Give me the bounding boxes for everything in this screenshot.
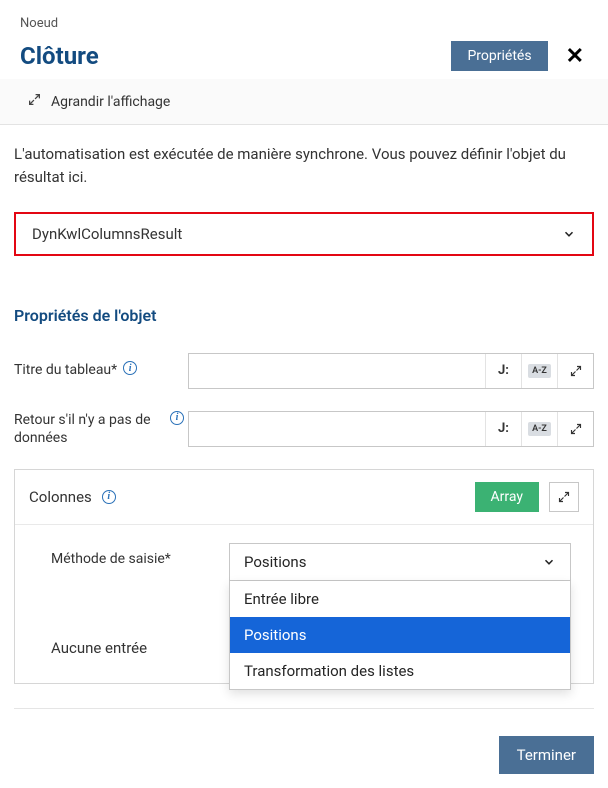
- input-method-dropdown: Entrée librePositionsTransformation des …: [229, 581, 571, 690]
- no-data-return-input[interactable]: [189, 412, 485, 446]
- chevron-down-icon: [542, 555, 556, 569]
- input-method-row: Méthode de saisie* Positions Entrée libr…: [15, 525, 593, 581]
- panel-header: Noeud Clôture Propriétés ✕: [0, 0, 608, 79]
- table-title-label: Titre du tableau*: [14, 361, 117, 379]
- chevron-down-icon: [562, 227, 576, 241]
- result-object-value: DynKwlColumnsResult: [32, 225, 182, 243]
- columns-title: Colonnes: [29, 488, 92, 506]
- footer: Terminer: [499, 736, 594, 774]
- info-icon[interactable]: i: [123, 361, 137, 375]
- expand-columns-button[interactable]: [549, 482, 579, 512]
- expand-field-button[interactable]: [557, 354, 593, 388]
- finish-button[interactable]: Terminer: [499, 736, 594, 774]
- input-method-label: Méthode de saisie*: [51, 543, 221, 567]
- title-actions: Propriétés ✕: [451, 41, 588, 71]
- expand-icon: [28, 93, 41, 110]
- expand-view-row[interactable]: Agrandir l'affichage: [0, 79, 608, 125]
- no-data-input-group: J: A-Z: [188, 411, 594, 447]
- properties-button[interactable]: Propriétés: [451, 41, 547, 71]
- dropdown-option[interactable]: Transformation des listes: [230, 653, 570, 689]
- description-text: L'automatisation est exécutée de manière…: [14, 143, 594, 190]
- input-method-select[interactable]: Positions: [229, 543, 571, 581]
- columns-panel: Colonnes i Array Méthode de saisie* Posi…: [14, 469, 594, 684]
- page-title: Clôture: [20, 42, 99, 70]
- no-data-return-label: Retour s'il n'y a pas de données: [14, 411, 164, 447]
- info-icon[interactable]: i: [170, 411, 184, 425]
- az-button[interactable]: A-Z: [521, 412, 557, 446]
- title-row: Clôture Propriétés ✕: [20, 41, 588, 71]
- result-object-select[interactable]: DynKwlColumnsResult: [14, 212, 594, 256]
- input-method-value: Positions: [244, 553, 306, 571]
- expand-field-button[interactable]: [557, 412, 593, 446]
- close-icon[interactable]: ✕: [562, 44, 588, 69]
- input-method-select-col: Positions Entrée librePositionsTransform…: [229, 543, 571, 581]
- content-area: L'automatisation est exécutée de manière…: [0, 125, 608, 721]
- table-title-input[interactable]: [189, 354, 485, 388]
- table-title-field-row: Titre du tableau* i J: A-Z: [14, 353, 594, 389]
- az-button[interactable]: A-Z: [521, 354, 557, 388]
- no-data-return-field-row: Retour s'il n'y a pas de données i J: A-…: [14, 411, 594, 447]
- table-title-input-group: J: A-Z: [188, 353, 594, 389]
- table-title-label-col: Titre du tableau* i: [14, 361, 184, 379]
- j-button[interactable]: J:: [485, 412, 521, 446]
- info-icon[interactable]: i: [102, 490, 116, 504]
- columns-panel-header: Colonnes i Array: [15, 470, 593, 525]
- object-properties-heading: Propriétés de l'objet: [14, 306, 594, 325]
- array-button[interactable]: Array: [475, 482, 539, 512]
- j-button[interactable]: J:: [485, 354, 521, 388]
- no-data-label-col: Retour s'il n'y a pas de données i: [14, 411, 184, 447]
- columns-actions: Array: [475, 482, 579, 512]
- dropdown-option[interactable]: Positions: [230, 617, 570, 653]
- divider: [14, 708, 594, 709]
- breadcrumb: Noeud: [20, 16, 588, 31]
- columns-title-wrap: Colonnes i: [29, 488, 116, 506]
- dropdown-option[interactable]: Entrée libre: [230, 581, 570, 617]
- expand-view-label: Agrandir l'affichage: [51, 94, 170, 110]
